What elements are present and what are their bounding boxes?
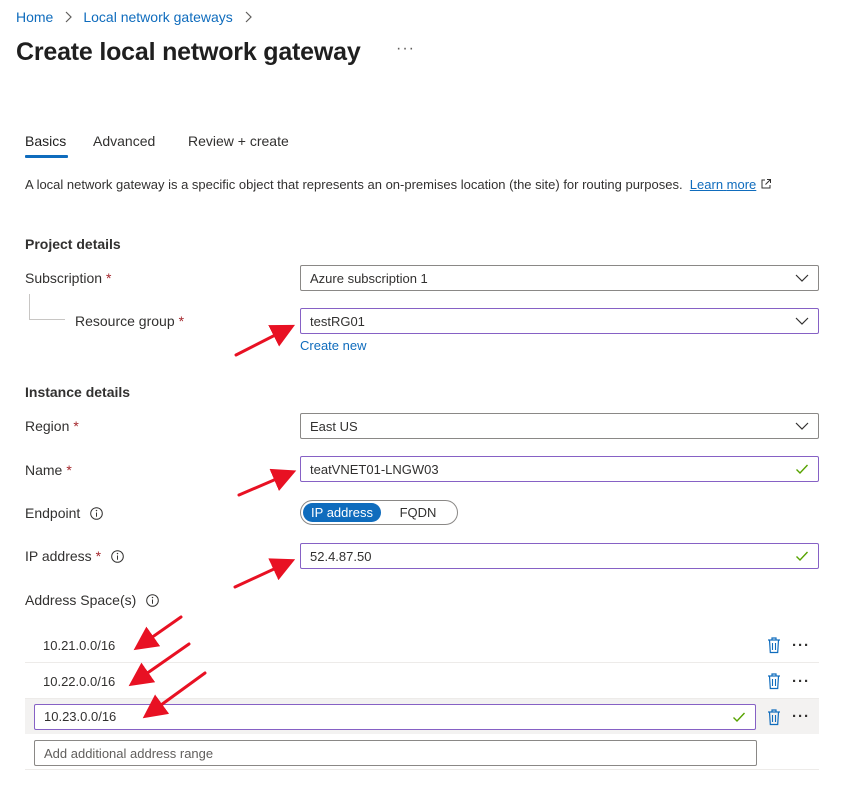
address-space-value: 10.21.0.0/16	[43, 637, 116, 653]
breadcrumb: Home Local network gateways	[16, 9, 263, 25]
endpoint-toggle: IP address FQDN	[300, 500, 458, 525]
annotation-arrow	[237, 468, 297, 497]
tab-review-create[interactable]: Review + create	[188, 133, 289, 149]
ip-address-label: IP address *	[25, 548, 124, 564]
name-label-text: Name	[25, 462, 63, 478]
ip-address-value: 52.4.87.50	[310, 548, 372, 564]
breadcrumb-local-network-gateways-link[interactable]: Local network gateways	[83, 9, 232, 25]
tab-advanced[interactable]: Advanced	[93, 133, 155, 149]
row-more-options-button[interactable]: ···	[792, 673, 810, 690]
address-space-value: 10.23.0.0/16	[44, 709, 117, 724]
region-label-text: Region	[25, 418, 70, 434]
external-link-icon	[761, 179, 771, 189]
required-mark: *	[95, 548, 102, 564]
endpoint-option-fqdn[interactable]: FQDN	[387, 503, 449, 522]
resource-group-dropdown[interactable]: testRG01	[300, 308, 819, 334]
subscription-dropdown[interactable]: Azure subscription 1	[300, 265, 819, 291]
ip-address-label-text: IP address	[25, 548, 92, 564]
row-more-options-button[interactable]: ···	[792, 708, 810, 725]
checkmark-icon	[733, 712, 746, 722]
address-space-label-text: Address Space(s)	[25, 592, 137, 608]
name-value: teatVNET01-LNGW03	[310, 461, 439, 477]
chevron-right-icon	[65, 11, 73, 23]
trash-icon[interactable]	[766, 672, 782, 690]
required-mark: *	[178, 313, 185, 329]
subscription-label-text: Subscription	[25, 270, 103, 286]
annotation-arrow	[234, 324, 296, 357]
address-space-row: 10.21.0.0/16 ···	[25, 628, 819, 663]
learn-more-link-text: Learn	[689, 177, 724, 192]
trash-icon[interactable]	[766, 708, 782, 726]
learn-more-link-text-2: more	[726, 177, 757, 192]
endpoint-label-text: Endpoint	[25, 505, 81, 521]
more-options-button[interactable]: ···	[396, 40, 415, 58]
resource-group-label: Resource group *	[75, 313, 184, 329]
subscription-value: Azure subscription 1	[310, 270, 428, 286]
info-icon[interactable]	[111, 549, 124, 563]
endpoint-label: Endpoint	[25, 505, 104, 521]
tab-basics[interactable]: Basics	[25, 133, 66, 149]
address-space-row: 10.22.0.0/16 ···	[25, 664, 819, 699]
page-title: Create local network gateway	[16, 38, 361, 66]
name-label: Name *	[25, 462, 72, 478]
info-icon[interactable]	[146, 593, 160, 607]
chevron-right-icon	[245, 11, 252, 23]
instance-details-heading: Instance details	[25, 384, 131, 400]
required-mark: *	[66, 462, 72, 478]
name-input[interactable]: teatVNET01-LNGW03	[300, 456, 819, 482]
trash-icon[interactable]	[766, 636, 782, 654]
chevron-down-icon	[795, 317, 809, 325]
learn-more-link[interactable]: Learn more	[690, 177, 757, 192]
resource-group-label-text: Resource group	[75, 313, 175, 329]
chevron-down-icon	[795, 422, 809, 430]
info-icon[interactable]	[90, 506, 104, 520]
ip-address-input[interactable]: 52.4.87.50	[300, 543, 819, 569]
divider	[25, 769, 819, 770]
description-text: A local network gateway is a specific ob…	[25, 177, 683, 192]
resource-group-value: testRG01	[310, 313, 365, 329]
region-label: Region *	[25, 418, 79, 434]
required-mark: *	[73, 418, 79, 434]
endpoint-option-ip-address[interactable]: IP address	[303, 503, 381, 522]
region-dropdown[interactable]: East US	[300, 413, 819, 439]
add-address-range-input[interactable]	[44, 745, 747, 761]
project-details-heading: Project details	[25, 236, 121, 252]
address-space-row-selected: 10.23.0.0/16 ···	[25, 699, 819, 734]
tree-connector-vertical	[29, 294, 30, 320]
description: A local network gateway is a specific ob…	[25, 175, 815, 194]
active-tab-indicator	[25, 155, 68, 158]
tree-connector-horizontal	[29, 319, 65, 320]
row-more-options-button[interactable]: ···	[792, 637, 810, 654]
region-value: East US	[310, 418, 358, 434]
checkmark-icon	[796, 551, 809, 562]
checkmark-icon	[796, 464, 809, 475]
required-mark: *	[106, 270, 112, 286]
breadcrumb-home-link[interactable]: Home	[16, 9, 53, 25]
create-new-resource-group-link[interactable]: Create new	[300, 338, 366, 353]
add-address-range-field	[34, 740, 757, 766]
address-space-value: 10.22.0.0/16	[43, 673, 116, 689]
subscription-label: Subscription *	[25, 270, 112, 286]
address-space-label: Address Space(s)	[25, 592, 160, 608]
annotation-arrow	[233, 558, 296, 589]
chevron-down-icon	[795, 274, 809, 282]
address-space-input[interactable]: 10.23.0.0/16	[34, 703, 756, 730]
